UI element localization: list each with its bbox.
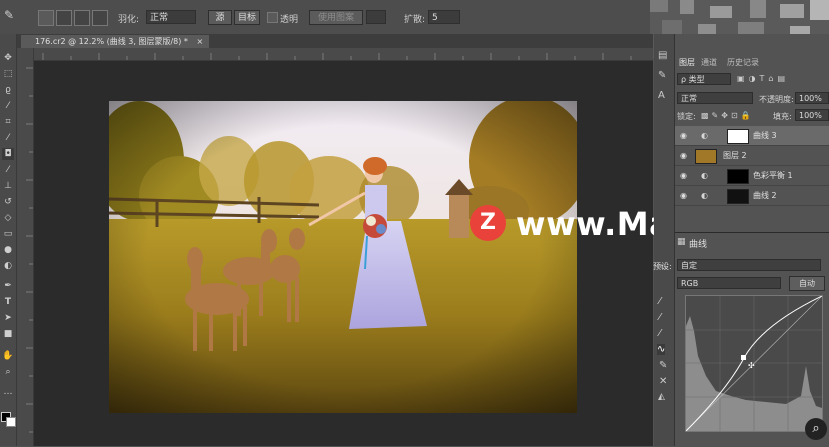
shape-icon[interactable]: ■ (2, 328, 14, 340)
lock-label: 锁定: (677, 112, 696, 121)
character-panel-icon[interactable]: A (658, 90, 665, 101)
layer-filter-select[interactable]: ρ 类型 (677, 73, 731, 85)
dodge-icon[interactable]: ◐ (2, 260, 14, 272)
layer-thumbnail[interactable] (695, 149, 717, 164)
properties-title: 曲线 (689, 240, 708, 250)
clipping-icon[interactable]: ◭ (658, 392, 665, 402)
eraser-icon[interactable]: ◇ (2, 212, 14, 224)
opacity-input[interactable]: 100% (795, 92, 829, 104)
layer-mask-thumbnail[interactable] (727, 129, 749, 144)
background-color-swatch[interactable] (6, 417, 16, 427)
tab-layers[interactable]: 图层 (679, 57, 695, 69)
layer-name: 色彩平衡 1 (753, 171, 793, 180)
black-point-icon[interactable]: ⁄ (659, 296, 661, 307)
layers-panel: 图层 通道 历史记录 ρ 类型 ▣◑T⌂▤ 正常 不透明度: 100% 锁定: … (675, 55, 829, 215)
auto-button[interactable]: 自动 (789, 276, 825, 291)
diffusion-label: 扩散: (404, 15, 426, 25)
eyedropper-icon[interactable]: ⁄ (2, 132, 14, 144)
gray-point-icon[interactable]: ⁄ (659, 312, 661, 323)
stamp-icon[interactable]: ⊥ (2, 180, 14, 192)
layer-name: 曲线 2 (753, 191, 777, 200)
path-select-icon[interactable]: ➤ (2, 312, 14, 324)
add-selection-icon[interactable] (56, 10, 72, 26)
transparent-label: 透明 (280, 15, 299, 25)
lasso-icon[interactable]: ϱ (2, 84, 14, 96)
type-icon[interactable]: T (2, 296, 14, 308)
new-selection-icon[interactable] (38, 10, 54, 26)
tab-channels[interactable]: 通道 (701, 57, 717, 69)
fill-input[interactable]: 100% (795, 109, 829, 121)
magic-wand-icon[interactable]: ⁄ (2, 100, 14, 112)
transparent-checkbox[interactable] (267, 12, 278, 23)
source-button[interactable]: 源 (208, 10, 232, 25)
layer-row[interactable]: ◉ ◐ 曲线 3 (675, 126, 829, 146)
mode-select[interactable]: 正常 (146, 10, 196, 24)
patch-tool-icon[interactable]: ✎ (4, 8, 14, 22)
use-pattern-button[interactable]: 使用图案 (309, 10, 363, 25)
blur-icon[interactable]: ● (2, 244, 14, 256)
document-title: 176.cr2 @ 12.2% (曲线 3, 图层蒙版/8) * (35, 37, 188, 46)
eye-icon[interactable]: ◉ (679, 191, 688, 200)
move-icon[interactable]: ✥ (2, 52, 14, 64)
preset-select[interactable]: 自定 (677, 259, 821, 271)
blend-mode-select[interactable]: 正常 (677, 92, 753, 104)
brush-icon[interactable]: ⁄ (2, 164, 14, 176)
fill-label: 填充: (773, 112, 792, 121)
close-icon[interactable]: × (196, 37, 203, 46)
hand-icon[interactable]: ✋ (2, 350, 14, 362)
healing-icon[interactable]: ◘ (2, 148, 14, 160)
horizontal-ruler (33, 48, 653, 61)
smooth-icon[interactable]: ✕ (659, 376, 667, 387)
marquee-icon[interactable]: ⬚ (2, 68, 14, 80)
layer-row[interactable]: ◉ ◐ 色彩平衡 1 (675, 166, 829, 186)
diffusion-select[interactable]: 5 (428, 10, 460, 24)
white-point-icon[interactable]: ⁄ (659, 328, 661, 339)
target-adjust-icon[interactable]: ☜ (658, 262, 667, 273)
curves-adjust-icon: ◐ (701, 191, 708, 200)
eye-icon[interactable]: ◉ (679, 171, 688, 180)
pattern-picker[interactable] (366, 10, 386, 24)
curves-graph[interactable]: ✣ (685, 295, 823, 432)
layer-row[interactable]: ◉ 图层 2 (675, 146, 829, 166)
eye-icon[interactable]: ◉ (679, 131, 688, 140)
intersect-selection-icon[interactable] (92, 10, 108, 26)
pencil-icon[interactable]: ✎ (659, 360, 667, 371)
curve-point-icon[interactable]: ∿ (657, 344, 666, 355)
curves-panel-icon: ▦ (677, 237, 686, 247)
document-tab[interactable]: 176.cr2 @ 12.2% (曲线 3, 图层蒙版/8) * × (21, 35, 210, 48)
target-button[interactable]: 目标 (234, 10, 260, 25)
document-tab-bar: 176.cr2 @ 12.2% (曲线 3, 图层蒙版/8) * × (17, 34, 653, 48)
history-brush-icon[interactable]: ↺ (2, 196, 14, 208)
photo-canvas[interactable] (109, 101, 577, 413)
lock-icons[interactable]: ▩✎✥⊡🔒 (701, 111, 754, 120)
layer-name: 曲线 3 (753, 131, 777, 140)
more-tools-icon[interactable]: … (2, 386, 14, 398)
vertical-ruler (17, 48, 34, 446)
zoom-icon[interactable]: ⌕ (2, 366, 14, 378)
filter-icons[interactable]: ▣◑T⌂▤ (737, 74, 789, 83)
gradient-icon[interactable]: ▭ (2, 228, 14, 240)
layer-name: 图层 2 (723, 151, 747, 160)
cursor-icon: ✣ (748, 361, 755, 370)
curves-adjust-icon: ◐ (701, 131, 708, 140)
balance-adjust-icon: ◐ (701, 171, 708, 180)
curve-point[interactable] (741, 355, 746, 360)
layer-mask-thumbnail[interactable] (727, 189, 749, 204)
eye-icon[interactable]: ◉ (679, 151, 688, 160)
toolbox: ✥ ⬚ ϱ ⁄ ⌗ ⁄ ◘ ⁄ ⊥ ↺ ◇ ▭ ● ◐ ✒ T ➤ ■ ✋ ⌕ … (0, 34, 17, 446)
curve-tools: ☜ ⁄ ⁄ ⁄ ∿ ✎ ✕ ◭ (655, 262, 673, 432)
watermark-logo: Z (470, 205, 506, 241)
tab-history[interactable]: 历史记录 (727, 57, 759, 69)
crop-icon[interactable]: ⌗ (2, 116, 14, 128)
zoom-icon[interactable]: ⌕ (805, 418, 827, 440)
opacity-label: 不透明度: (759, 95, 794, 104)
layer-mask-thumbnail[interactable] (727, 169, 749, 184)
pen-icon[interactable]: ✒ (2, 280, 14, 292)
layer-row[interactable]: ◉ ◐ 曲线 2 (675, 186, 829, 206)
feather-label: 羽化: (118, 15, 140, 25)
brush-panel-icon[interactable]: ✎ (658, 70, 666, 81)
subtract-selection-icon[interactable] (74, 10, 90, 26)
history-panel-icon[interactable]: ▤ (658, 50, 667, 61)
channel-select[interactable]: RGB (677, 277, 781, 289)
